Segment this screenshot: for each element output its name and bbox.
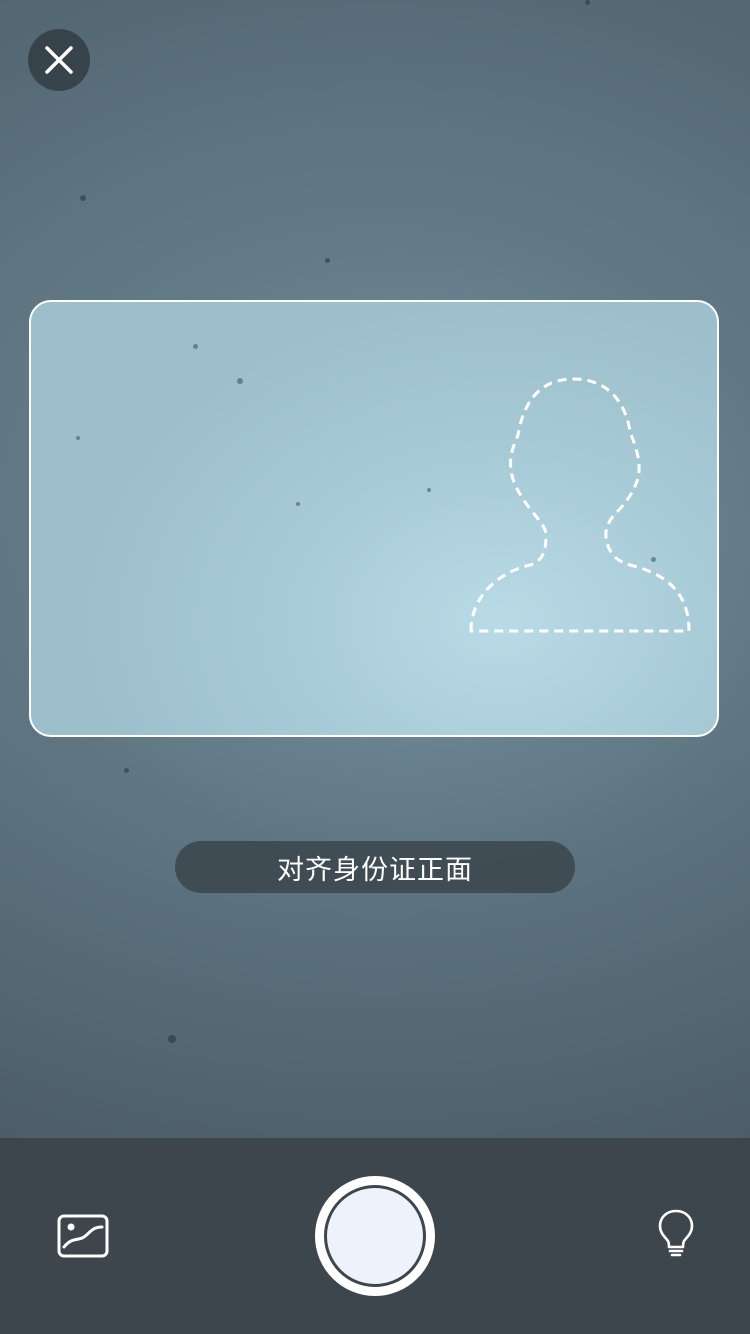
id-card-frame (29, 300, 719, 737)
background-speck (325, 258, 330, 263)
frame-speck (296, 502, 300, 506)
alignment-hint: 对齐身份证正面 (175, 841, 575, 893)
gallery-icon (57, 1214, 109, 1258)
frame-speck (427, 488, 431, 492)
close-button[interactable] (28, 29, 90, 91)
background-speck (80, 195, 86, 201)
portrait-outline-icon (469, 377, 691, 633)
alignment-hint-text: 对齐身份证正面 (277, 854, 473, 886)
frame-speck (76, 436, 80, 440)
camera-viewfinder: 对齐身份证正面 (0, 0, 750, 1334)
background-speck (168, 1035, 176, 1043)
shutter-button[interactable] (315, 1176, 435, 1296)
gallery-button[interactable] (56, 1213, 110, 1259)
frame-speck (237, 378, 243, 384)
background-speck (124, 768, 129, 773)
close-icon (45, 46, 73, 74)
shutter-inner-circle (324, 1185, 426, 1287)
torch-button[interactable] (655, 1208, 697, 1258)
lightbulb-icon (658, 1209, 694, 1257)
background-speck (585, 0, 590, 5)
frame-speck (193, 344, 198, 349)
camera-toolbar (0, 1138, 750, 1334)
